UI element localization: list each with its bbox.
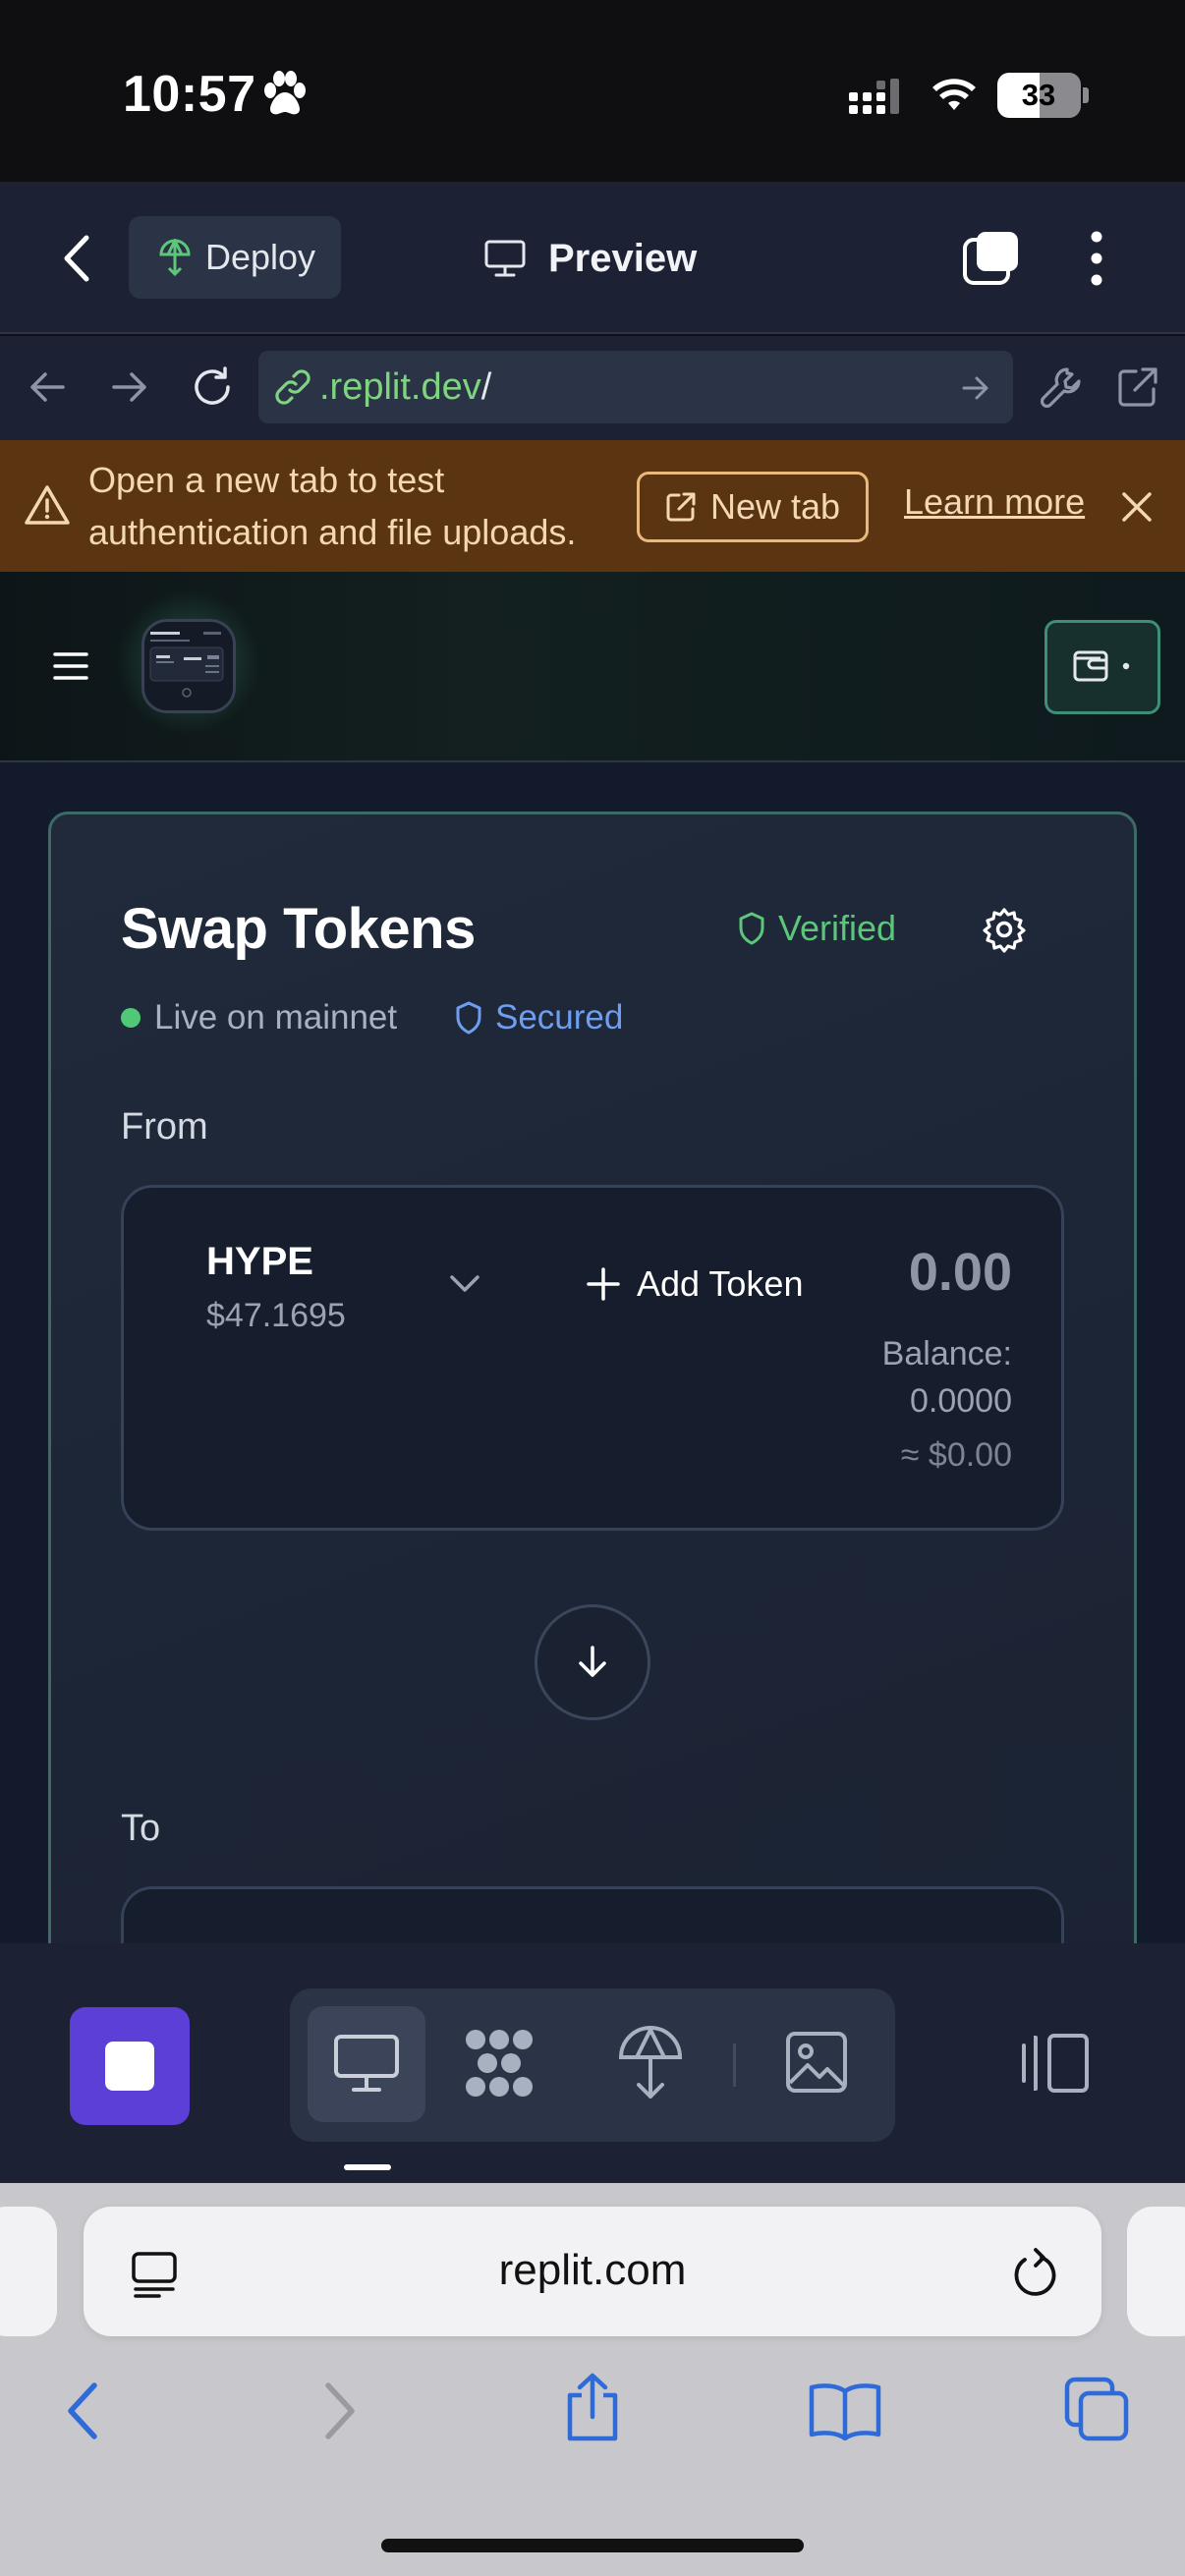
deploy-button[interactable]: Deploy [129,216,341,299]
url-go-icon[interactable] [961,373,990,403]
status-time: 10:57 [123,66,256,123]
verified-label: Verified [778,908,897,948]
workflows-icon[interactable] [462,2026,536,2100]
safari-tabs-icon[interactable] [1063,2376,1130,2442]
nav-back-icon[interactable] [28,369,67,405]
image-icon[interactable] [784,2030,849,2095]
usd-value: ≈ $0.00 [900,1436,1012,1474]
balance-label: Balance: [881,1335,1012,1372]
home-indicator [381,2539,804,2552]
to-label: To [121,1808,161,1849]
gear-icon[interactable] [981,906,1028,953]
active-tool-indicator [344,2164,391,2170]
paw-icon [260,71,310,116]
monitor-icon [332,2033,401,2096]
url-path: / [480,365,492,408]
external-link-icon[interactable] [1116,365,1159,409]
signal-icon [847,77,906,116]
monitor-icon [483,239,527,278]
wallet-icon [1071,647,1134,687]
from-label: From [121,1106,208,1148]
tabs-icon[interactable] [961,228,1022,289]
hamburger-menu-icon[interactable] [53,650,88,682]
app-logo[interactable] [141,619,236,713]
wrench-icon[interactable] [1040,365,1083,409]
warning-icon [24,483,71,527]
deploy-icon[interactable] [615,2026,686,2100]
balance-info: Balance: 0.0000 [816,1330,1012,1425]
wallet-button[interactable] [1044,620,1160,714]
secured-badge: Secured [454,998,623,1037]
amount-input[interactable]: 0.00 [865,1242,1012,1303]
balance-value: 0.0000 [910,1382,1012,1420]
secured-label: Secured [495,998,624,1036]
next-tab-peek[interactable] [1127,2207,1185,2336]
reload-icon[interactable] [1012,2248,1057,2299]
shield-icon [454,1000,483,1036]
back-chevron-icon[interactable] [61,234,94,283]
toolbar-divider [733,2044,736,2087]
share-icon[interactable] [560,2372,625,2444]
wifi-icon [931,77,978,114]
link-icon [274,368,311,406]
url-field[interactable]: .replit.dev / [258,351,1013,423]
previous-tab-peek[interactable] [0,2207,57,2336]
verified-badge: Verified [737,908,896,949]
deploy-icon [158,239,192,276]
stop-icon [105,2042,154,2091]
tool-preview-button[interactable] [308,2006,425,2122]
stop-button[interactable] [70,2007,190,2125]
url-domain: .replit.dev [319,365,481,408]
plus-icon [586,1266,621,1302]
safari-back-icon[interactable] [63,2381,102,2440]
deploy-label: Deploy [205,237,316,277]
learn-more-link[interactable]: Learn more [904,481,1085,523]
external-link-icon [665,491,697,523]
shield-icon [737,911,766,946]
bookmarks-icon[interactable] [808,2381,882,2440]
battery-level: 33 [1021,78,1056,112]
live-status-label: Live on mainnet [154,998,398,1036]
token-selector[interactable]: HYPE [206,1240,313,1284]
close-icon[interactable] [1119,489,1155,525]
preview-tab[interactable]: Preview [483,224,697,293]
live-status: Live on mainnet [121,998,397,1037]
token-price: $47.1695 [206,1297,346,1334]
add-token-button[interactable]: Add Token [586,1263,803,1305]
add-token-label: Add Token [637,1263,804,1304]
safari-forward-icon[interactable] [320,2381,360,2440]
reload-icon[interactable] [191,365,234,409]
swap-direction-button[interactable] [535,1604,650,1720]
warning-message-line2: authentication and file uploads. [88,512,577,552]
battery-nub [1083,87,1089,103]
warning-message-line1: Open a new tab to test [88,460,445,500]
preview-label: Preview [548,236,698,280]
warning-message: Open a new tab to test authentication an… [88,454,619,558]
more-options-icon[interactable] [1085,229,1108,288]
chevron-down-icon[interactable] [448,1273,481,1295]
nav-forward-icon[interactable] [110,369,149,405]
address-text: replit.com [498,2246,687,2294]
new-tab-label: New tab [709,486,841,527]
card-title: Swap Tokens [121,897,476,961]
arrow-down-icon [573,1643,612,1682]
live-status-dot [121,1008,141,1028]
panel-layout-icon[interactable] [1016,2032,1091,2095]
new-tab-button[interactable]: New tab [637,472,869,542]
